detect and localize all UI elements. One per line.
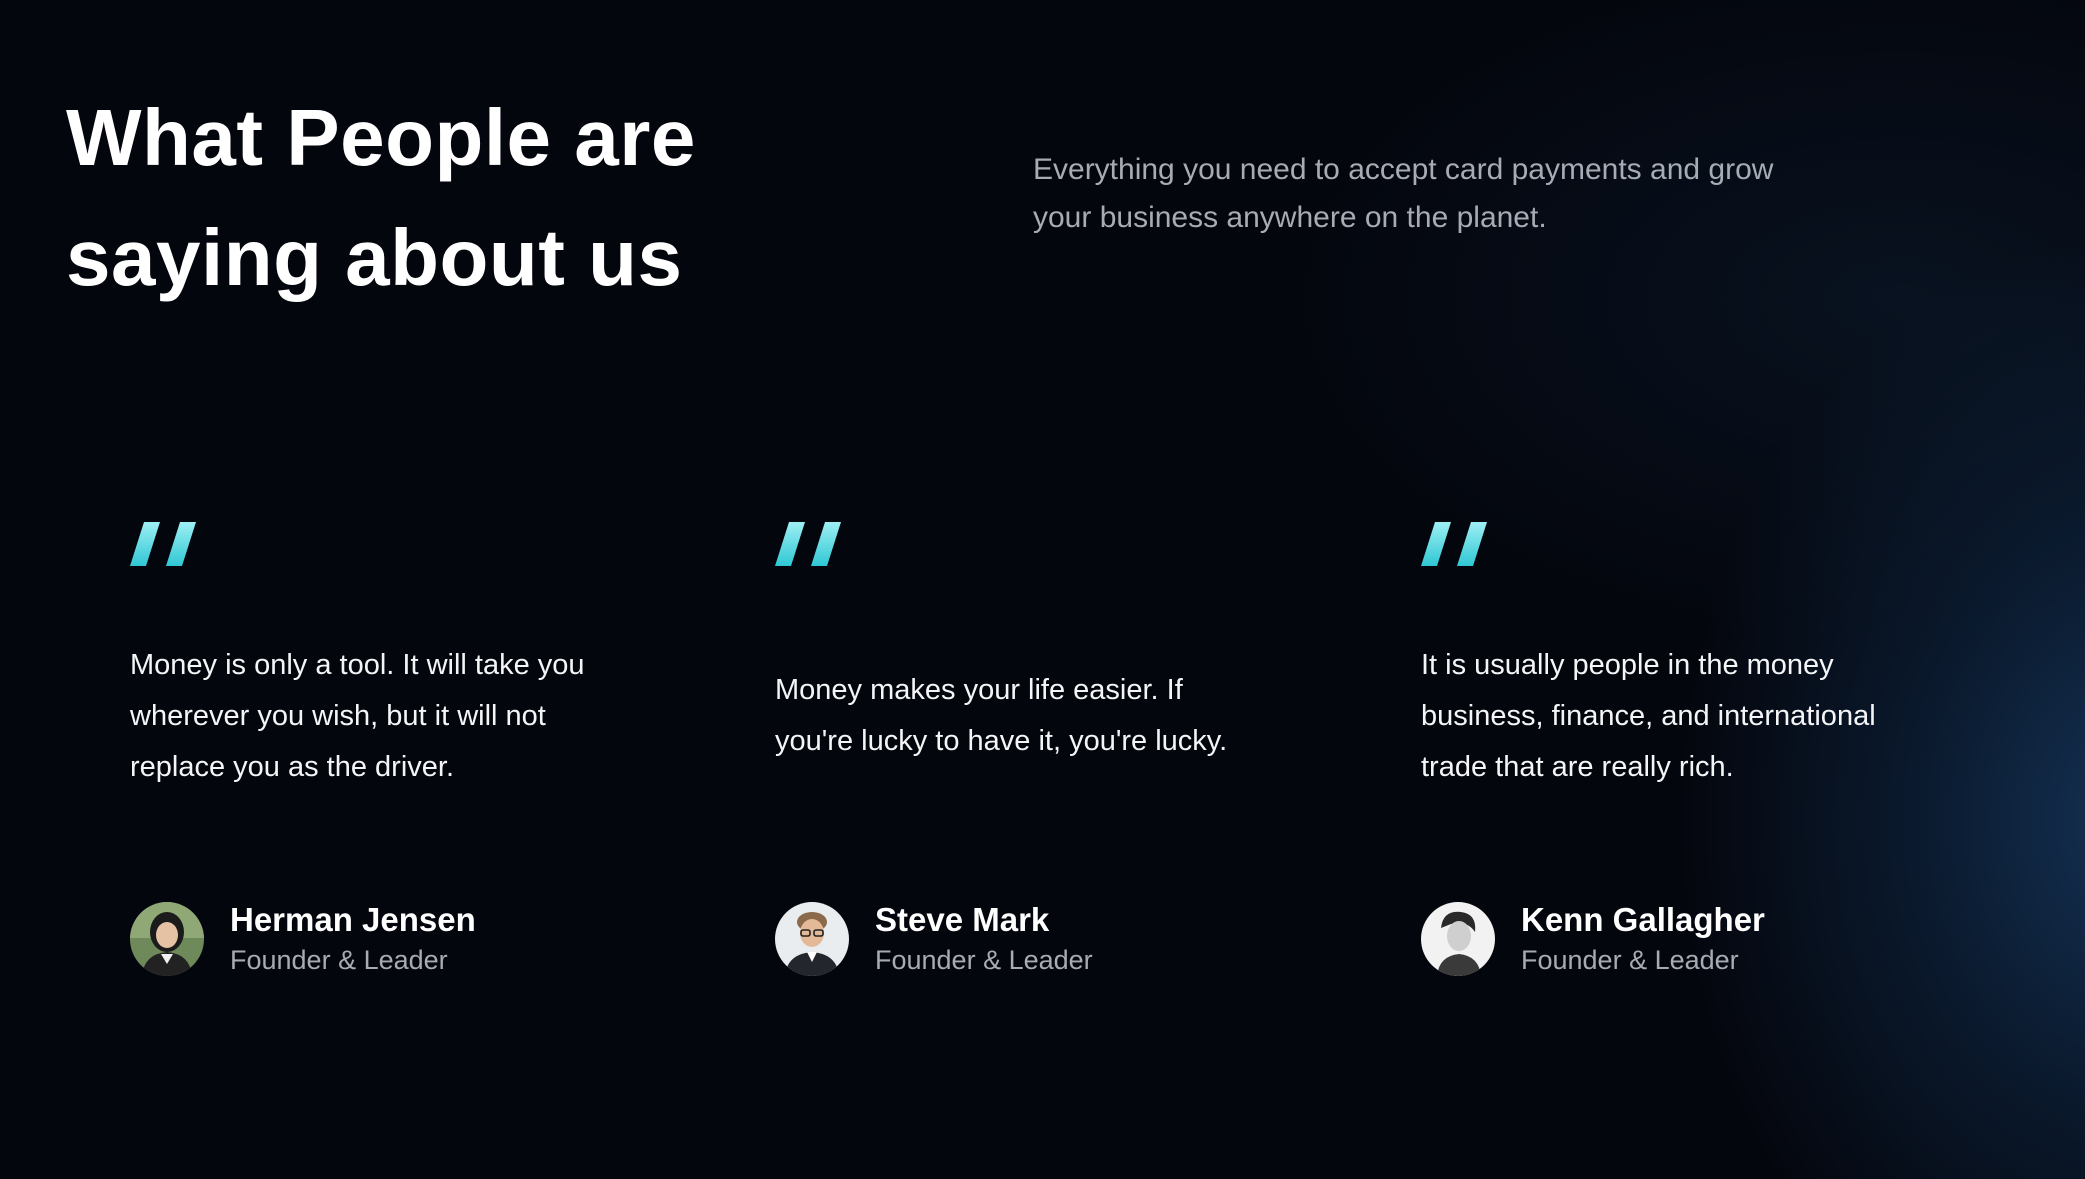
testimonial-card: It is usually people in the money busine…	[1421, 520, 1941, 976]
quote-icon	[1421, 522, 1487, 566]
person-photo-icon	[1421, 902, 1495, 976]
testimonial-author: Herman Jensen Founder & Leader	[130, 900, 476, 978]
avatar	[775, 902, 849, 976]
testimonial-quote: Money makes your life easier. If you're …	[775, 674, 1228, 757]
section-heading: What People are saying about us	[66, 93, 696, 302]
avatar	[1421, 902, 1495, 976]
author-name: Steve Mark	[875, 901, 1050, 938]
author-role: Founder & Leader	[875, 945, 1093, 975]
quote-icon	[130, 522, 196, 566]
person-photo-icon	[130, 902, 204, 976]
testimonial-author: Kenn Gallagher Founder & Leader	[1421, 900, 1765, 978]
section-intro: Everything you need to accept card payme…	[1033, 153, 1774, 234]
testimonial-card: Money is only a tool. It will take you w…	[130, 520, 650, 976]
person-photo-icon	[775, 902, 849, 976]
testimonial-quote: It is usually people in the money busine…	[1421, 649, 1876, 783]
testimonial-author: Steve Mark Founder & Leader	[775, 900, 1093, 978]
author-role: Founder & Leader	[1521, 945, 1739, 975]
author-role: Founder & Leader	[230, 945, 448, 975]
testimonial-quote: Money is only a tool. It will take you w…	[130, 649, 585, 783]
testimonial-card: Money makes your life easier. If you're …	[775, 520, 1295, 976]
quote-icon	[775, 522, 841, 566]
author-name: Herman Jensen	[230, 901, 476, 938]
author-name: Kenn Gallagher	[1521, 901, 1765, 938]
avatar	[130, 902, 204, 976]
